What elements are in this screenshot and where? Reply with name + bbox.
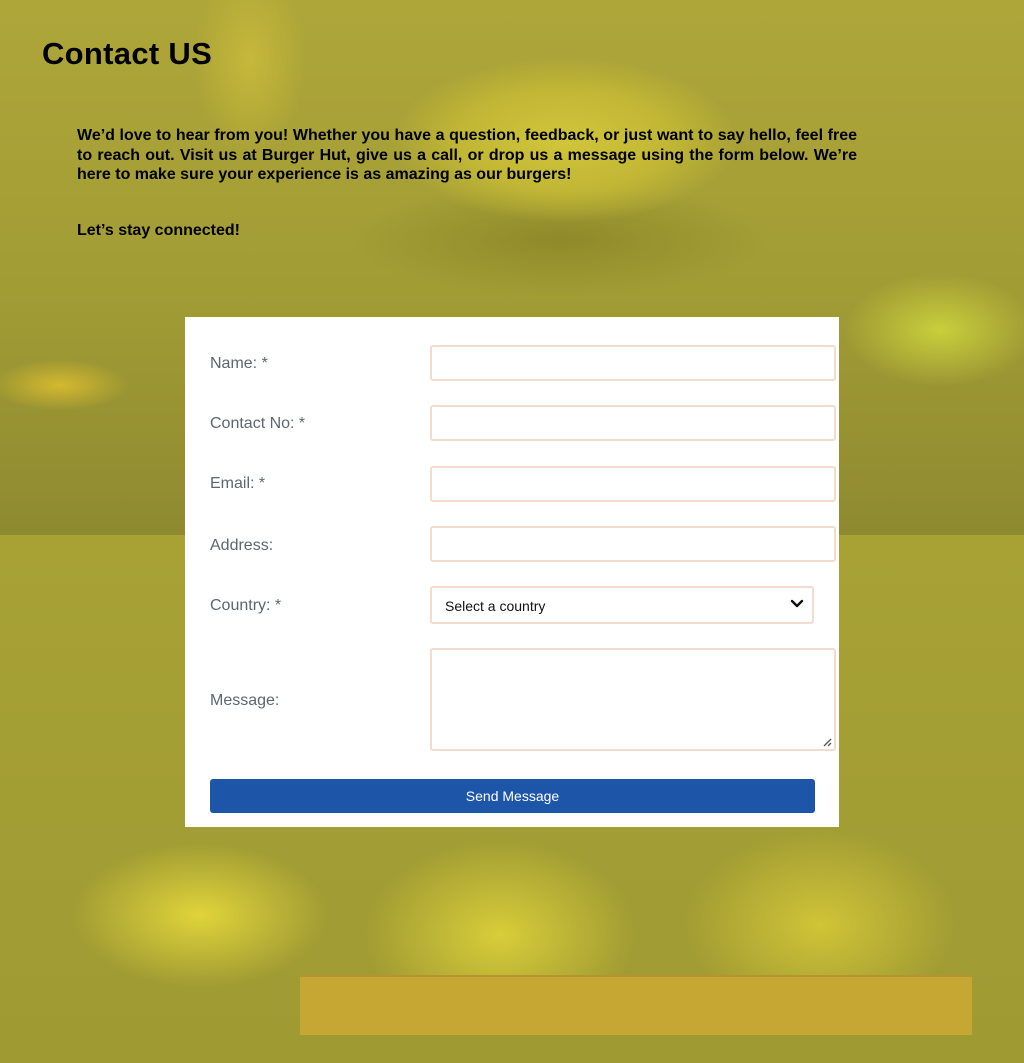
- country-select[interactable]: Select a country: [430, 586, 814, 624]
- address-label: Address:: [210, 537, 274, 554]
- name-input[interactable]: [430, 345, 836, 381]
- contact-form: Name: * Contact No: * Email: * Address: …: [185, 317, 839, 827]
- contact-page: Contact US We’d love to hear from you! W…: [0, 0, 1024, 1063]
- message-label: Message:: [210, 692, 280, 709]
- country-selected-value: Select a country: [445, 598, 546, 614]
- intro-closing: Let’s stay connected!: [77, 222, 241, 239]
- page-title: Contact US: [42, 36, 213, 71]
- chevron-down-icon: [790, 599, 804, 608]
- email-label: Email: *: [210, 475, 266, 492]
- contact-label: Contact No: *: [210, 415, 306, 432]
- send-message-button[interactable]: Send Message: [210, 779, 815, 813]
- country-label: Country: *: [210, 597, 282, 614]
- intro-paragraph: We’d love to hear from you! Whether you …: [77, 127, 857, 183]
- email-input[interactable]: [430, 466, 836, 502]
- resize-handle-icon[interactable]: [820, 735, 832, 747]
- address-input[interactable]: [430, 526, 836, 562]
- message-textarea[interactable]: [430, 648, 836, 751]
- contact-input[interactable]: [430, 405, 836, 441]
- name-label: Name: *: [210, 355, 268, 372]
- cutting-board-graphic: [300, 975, 972, 1035]
